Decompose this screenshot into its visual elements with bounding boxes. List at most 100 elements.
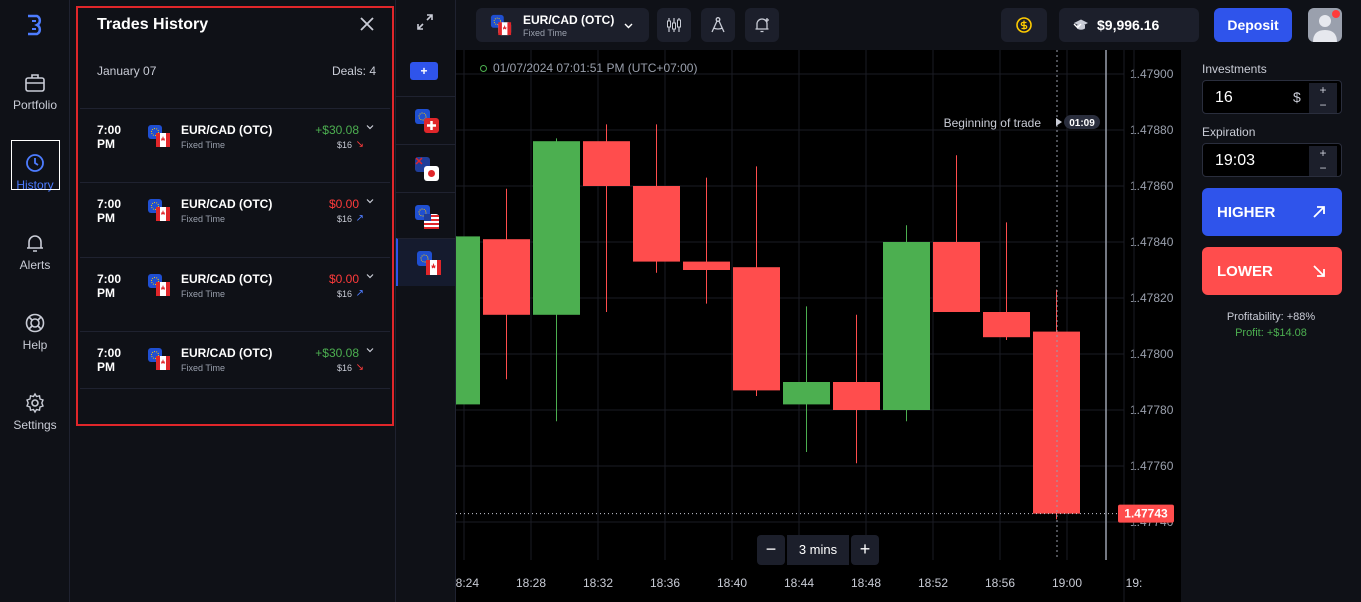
trade-amount: +$30.08 [315, 346, 359, 360]
candle-down [833, 382, 880, 410]
compass-icon [711, 17, 725, 33]
trade-pair: EUR/CAD (OTC) [181, 272, 273, 286]
increase-investment-button[interactable]: + [1309, 83, 1337, 98]
y-tick-label: 1.47820 [1130, 291, 1174, 305]
asset-tab-eur-usd[interactable] [396, 192, 455, 240]
trade-row[interactable]: 7:00 PM EUR/CAD (OTC) Fixed Time +$30.08… [80, 108, 390, 166]
x-tick-label: 18:40 [717, 576, 747, 590]
arrow-down-icon: ↘ [355, 139, 364, 150]
candlestick-icon [667, 18, 681, 32]
x-tick-label: 18:56 [985, 576, 1015, 590]
lifebuoy-icon [25, 313, 45, 333]
candle-up [456, 236, 480, 405]
marker-arrow-icon [1056, 118, 1062, 126]
trade-row[interactable]: 7:00 PM EUR/CAD (OTC) Fixed Time +$30.08… [80, 331, 390, 389]
asset-tabs-column: + [396, 0, 456, 602]
add-alert-button[interactable] [745, 8, 779, 42]
expiration-input[interactable]: 19:03 + − [1202, 143, 1342, 177]
gear-icon [26, 392, 44, 414]
nav-history[interactable]: History [0, 140, 70, 192]
candle-up [533, 141, 580, 315]
briefcase-icon [25, 74, 45, 92]
notification-dot [1332, 10, 1340, 18]
nav-label: Settings [13, 418, 57, 432]
increase-expiration-button[interactable]: + [1309, 146, 1337, 161]
chevron-down-icon[interactable] [366, 346, 374, 354]
trade-time: 7:00 PM [97, 346, 122, 374]
arrow-down-right-icon [1313, 265, 1325, 277]
nav-label: Portfolio [12, 98, 58, 112]
y-tick-label: 1.47860 [1130, 179, 1174, 193]
lower-button[interactable]: LOWER [1202, 247, 1342, 295]
trade-row[interactable]: 7:00 PM EUR/CAD (OTC) Fixed Time $0.00 $… [80, 182, 390, 240]
bonus-button[interactable] [1001, 8, 1047, 42]
profit-text: Profit: +$14.08 [1235, 327, 1307, 339]
deals-count: Deals: 4 [331, 64, 376, 78]
asset-tab-eur-chf[interactable] [396, 96, 455, 144]
y-tick-label: 1.47880 [1130, 123, 1174, 137]
nav-label: Help [22, 338, 48, 352]
x-tick-label: 18:44 [784, 576, 814, 590]
trade-row[interactable]: 7:00 PM EUR/CAD (OTC) Fixed Time $0.00 $… [80, 257, 390, 315]
nav-portfolio[interactable]: Portfolio [0, 72, 70, 112]
chevron-down-icon [1073, 23, 1082, 29]
candle-down [633, 186, 680, 262]
balance-selector[interactable]: $9,996.16 [1059, 8, 1199, 42]
aud-jpy-flag-icon [415, 157, 439, 181]
nav-alerts[interactable]: Alerts [0, 232, 70, 272]
asset-selector[interactable]: EUR/CAD (OTC) Fixed Time [476, 8, 649, 42]
trade-time: 7:00 PM [97, 272, 122, 300]
investment-input[interactable]: 16 $ + − [1202, 80, 1342, 114]
y-tick-label: 1.47800 [1130, 347, 1174, 361]
bell-plus-icon [755, 18, 769, 33]
candle-down [933, 242, 980, 312]
timeframe-label[interactable]: 3 mins [787, 535, 849, 565]
trade-panel: Investments 16 $ + − Expiration 19:03 + … [1181, 50, 1361, 602]
candle-down [483, 239, 530, 315]
drawing-tools-button[interactable] [701, 8, 735, 42]
arrow-up-icon: ↗ [355, 213, 364, 224]
timestamp-text: 01/07/2024 07:01:51 PM (UTC+07:00) [493, 61, 698, 75]
logo-icon [28, 14, 42, 36]
trade-time: 7:00 PM [97, 197, 122, 225]
bell-icon [27, 235, 43, 252]
add-asset-button[interactable]: + [410, 62, 438, 80]
eur-cad-flag-icon [490, 14, 512, 36]
chevron-down-icon[interactable] [366, 272, 374, 280]
price-chart[interactable]: 1.47900 1.47880 1.47860 1.47840 1.47820 1.478… [456, 50, 1181, 602]
zoom-out-button[interactable]: − [757, 535, 785, 565]
zoom-in-button[interactable]: + [851, 535, 879, 565]
trade-type: Fixed Time [181, 289, 226, 299]
investment-value: 16 [1215, 89, 1233, 106]
expand-icon[interactable] [416, 13, 434, 31]
nav-settings[interactable]: Settings [0, 392, 70, 432]
higher-button[interactable]: HIGHER [1202, 188, 1342, 236]
close-icon[interactable] [359, 16, 375, 32]
trade-type: Fixed Time [181, 214, 226, 224]
chevron-down-icon[interactable] [366, 123, 374, 131]
candlestick-chart[interactable]: 1.47900 1.47880 1.47860 1.47840 1.47820 1.478… [456, 50, 1181, 602]
x-tick-label: 18:24 [456, 576, 479, 590]
candle-down [583, 141, 630, 186]
asset-tab-aud-jpy[interactable] [396, 144, 455, 192]
arrow-up-icon: ↗ [355, 288, 364, 299]
left-nav: Portfolio History Alerts Help Settings [0, 0, 70, 602]
asset-tab-eur-cad[interactable] [396, 238, 455, 286]
trade-pair: EUR/CAD (OTC) [181, 346, 273, 360]
panel-title: Trades History [97, 16, 209, 33]
trade-stake: $16 [336, 363, 352, 373]
avatar[interactable] [1308, 8, 1342, 42]
y-tick-label: 1.47840 [1130, 235, 1174, 249]
deposit-button[interactable]: Deposit [1214, 8, 1292, 42]
decrease-investment-button[interactable]: − [1309, 98, 1337, 113]
candle-down [683, 261, 730, 270]
trade-amount: $0.00 [328, 272, 359, 286]
eur-usd-flag-icon [415, 205, 439, 229]
expiration-value: 19:03 [1215, 152, 1256, 169]
candle-down [983, 312, 1030, 338]
decrease-expiration-button[interactable]: − [1309, 161, 1337, 176]
asset-type: Fixed Time [523, 28, 568, 38]
chart-type-button[interactable] [657, 8, 691, 42]
nav-help[interactable]: Help [0, 312, 70, 352]
chevron-down-icon[interactable] [366, 197, 374, 205]
